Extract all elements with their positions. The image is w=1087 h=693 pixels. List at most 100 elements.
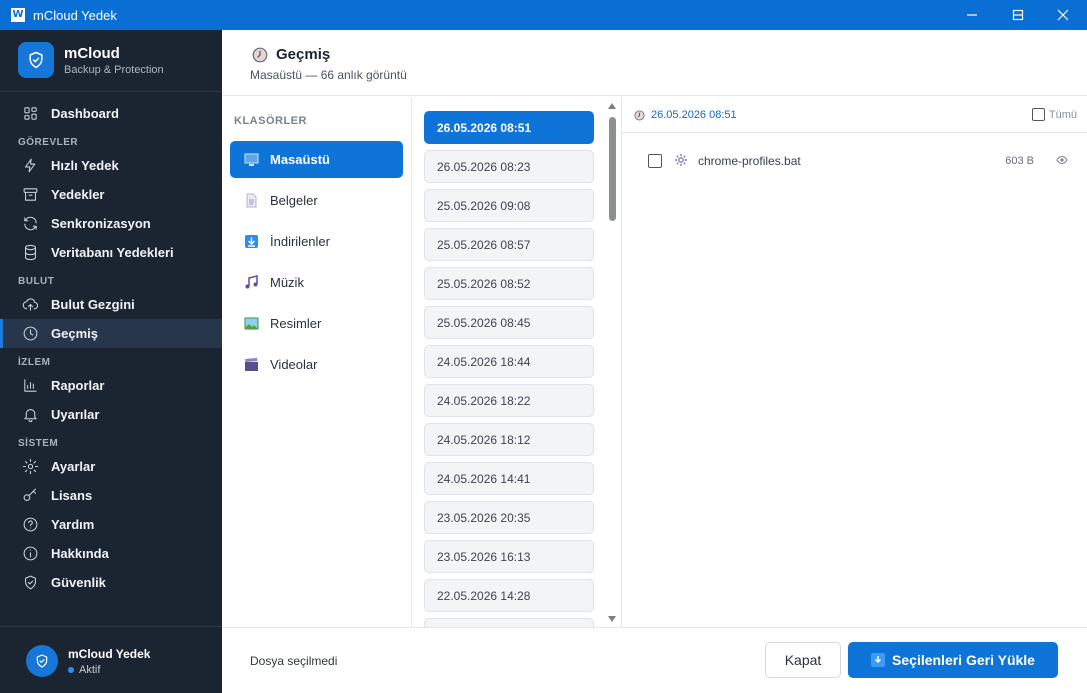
- folder-pictures[interactable]: Resimler: [230, 305, 403, 342]
- sidebar-item-cloud-explorer[interactable]: Bulut Gezgini: [0, 290, 222, 319]
- maximize-button[interactable]: [995, 0, 1041, 30]
- folder-documents[interactable]: Belgeler: [230, 182, 403, 219]
- download-icon: [871, 653, 886, 667]
- minimize-button-area[interactable]: [949, 0, 995, 30]
- user-name: mCloud Yedek: [68, 646, 151, 661]
- snapshot-item[interactable]: 24.05.2026 18:44: [424, 345, 594, 378]
- section-label: BULUT: [18, 276, 55, 287]
- section-label: GÖREVLER: [18, 137, 79, 148]
- sidebar-item-label: Yedekler: [51, 187, 105, 202]
- snapshot-item[interactable]: 25.05.2026 08:57: [424, 228, 594, 261]
- key-icon: [23, 488, 36, 501]
- avatar: [26, 645, 58, 677]
- sidebar-item-label: Hakkında: [51, 546, 109, 561]
- brand-name: mCloud: [64, 44, 120, 62]
- file-name: chrome-profiles.bat: [698, 154, 801, 168]
- sidebar-item-history[interactable]: Geçmiş: [0, 319, 222, 348]
- brand: mCloud Backup & Protection: [18, 42, 164, 78]
- scroll-down-arrow-icon[interactable]: [608, 616, 616, 622]
- maximize-icon: [1012, 9, 1024, 21]
- sidebar-item-reports[interactable]: Raporlar: [0, 371, 222, 400]
- sidebar-item-about[interactable]: Hakkında: [0, 539, 222, 568]
- section-label: SİSTEM: [18, 438, 59, 449]
- divider: [0, 91, 222, 92]
- snapshot-item[interactable]: 22.05.2026 14:28: [424, 579, 594, 612]
- folder-downloads[interactable]: İndirilenler: [230, 223, 403, 260]
- title-bar: W mCloud Yedek: [0, 0, 1087, 30]
- sidebar-item-sync[interactable]: Senkronizasyon: [0, 209, 222, 238]
- sidebar-item-label: Senkronizasyon: [51, 216, 151, 231]
- close-window-button[interactable]: [1040, 0, 1086, 30]
- snapshot-item[interactable]: 23.05.2026 20:35: [424, 501, 594, 534]
- shield-icon: [25, 575, 36, 590]
- bell-icon: [24, 409, 37, 423]
- file-checkbox[interactable]: [648, 154, 662, 168]
- brand-subtitle: Backup & Protection: [64, 63, 164, 76]
- select-all-label: Tümü: [1048, 108, 1077, 121]
- sidebar-item-alerts[interactable]: Uyarılar: [0, 400, 222, 429]
- sidebar-item-quick-backup[interactable]: Hızlı Yedek: [0, 151, 222, 180]
- folder-label: İndirilenler: [270, 234, 330, 249]
- sidebar: mCloud Backup & Protection Dashboard GÖR…: [0, 30, 222, 693]
- minimize-icon: [967, 14, 977, 16]
- archive-icon: [23, 188, 38, 201]
- sidebar-item-label: Veritabanı Yedekleri: [51, 245, 174, 260]
- snapshot-item[interactable]: 26.05.2026 08:51: [424, 111, 594, 144]
- eye-icon[interactable]: [1056, 154, 1068, 168]
- status-text: Aktif: [79, 663, 101, 676]
- snapshot-item[interactable]: 24.05.2026 18:22: [424, 384, 594, 417]
- file-panel-header: 26.05.2026 08:51 Tümü: [622, 97, 1087, 133]
- selected-date-text: 26.05.2026 08:51: [651, 109, 737, 121]
- sidebar-item-help[interactable]: Yardım: [0, 510, 222, 539]
- page-title-text: Geçmiş: [276, 46, 331, 63]
- restore-selected-button[interactable]: Seçilenleri Geri Yükle: [848, 642, 1058, 678]
- sidebar-item-settings[interactable]: Ayarlar: [0, 452, 222, 481]
- sidebar-item-database-backups[interactable]: Veritabanı Yedekleri: [0, 238, 222, 267]
- select-all-checkbox[interactable]: [1031, 108, 1045, 121]
- user-profile: mCloud Yedek Aktif: [26, 645, 150, 677]
- sidebar-item-backups[interactable]: Yedekler: [0, 180, 222, 209]
- scrollbar-thumb[interactable]: [609, 117, 616, 221]
- snapshot-scrollbar[interactable]: [608, 103, 616, 623]
- divider: [0, 626, 222, 627]
- snapshot-item[interactable]: 24.05.2026 14:41: [424, 462, 594, 495]
- snapshot-item[interactable]: 25.05.2026 09:08: [424, 189, 594, 222]
- shield-icon: [36, 654, 48, 668]
- folder-label: Resimler: [270, 316, 322, 331]
- file-row[interactable]: chrome-profiles.bat 603 B: [648, 151, 1068, 171]
- sidebar-item-label: Dashboard: [51, 106, 119, 121]
- scroll-up-arrow-icon[interactable]: [608, 103, 616, 109]
- snapshot-item-partial[interactable]: [424, 618, 594, 627]
- page-header: Geçmiş Masaüstü — 66 anlık görüntü: [222, 30, 1087, 96]
- snapshot-item[interactable]: 25.05.2026 08:45: [424, 306, 594, 339]
- folder-desktop[interactable]: Masaüstü: [230, 141, 403, 178]
- shield-logo-icon: [18, 42, 54, 78]
- sidebar-item-license[interactable]: Lisans: [0, 481, 222, 510]
- sidebar-item-label: Ayarlar: [51, 459, 96, 474]
- select-all[interactable]: Tümü: [1031, 108, 1077, 121]
- status-dot: [68, 666, 74, 673]
- section-label: İZLEM: [18, 357, 51, 368]
- app-icon: W: [11, 8, 25, 22]
- sidebar-item-label: Raporlar: [51, 378, 105, 393]
- sidebar-item-security[interactable]: Güvenlik: [0, 568, 222, 597]
- restore-label: Seçilenleri Geri Yükle: [892, 652, 1035, 668]
- snapshot-item[interactable]: 26.05.2026 08:23: [424, 150, 594, 183]
- snapshot-item[interactable]: 23.05.2026 16:13: [424, 540, 594, 573]
- folder-label: Müzik: [270, 275, 304, 290]
- folder-label: Belgeler: [270, 193, 318, 208]
- stopwatch-icon: [634, 109, 645, 121]
- snapshot-item[interactable]: 24.05.2026 18:12: [424, 423, 594, 456]
- info-icon: [23, 546, 38, 561]
- folder-list: KLASÖRLER Masaüstü Belgeler İndirilenler…: [222, 97, 412, 627]
- snapshot-item[interactable]: 25.05.2026 08:52: [424, 267, 594, 300]
- clapperboard-icon: [244, 357, 259, 372]
- folder-music[interactable]: Müzik: [230, 264, 403, 301]
- sidebar-item-dashboard[interactable]: Dashboard: [0, 99, 222, 128]
- folder-videos[interactable]: Videolar: [230, 346, 403, 383]
- sidebar-item-label: Geçmiş: [51, 326, 98, 341]
- folder-label: Masaüstü: [270, 152, 330, 167]
- sidebar-item-label: Güvenlik: [51, 575, 106, 590]
- selected-snapshot-date: 26.05.2026 08:51: [634, 109, 737, 121]
- close-button[interactable]: Kapat: [765, 642, 841, 678]
